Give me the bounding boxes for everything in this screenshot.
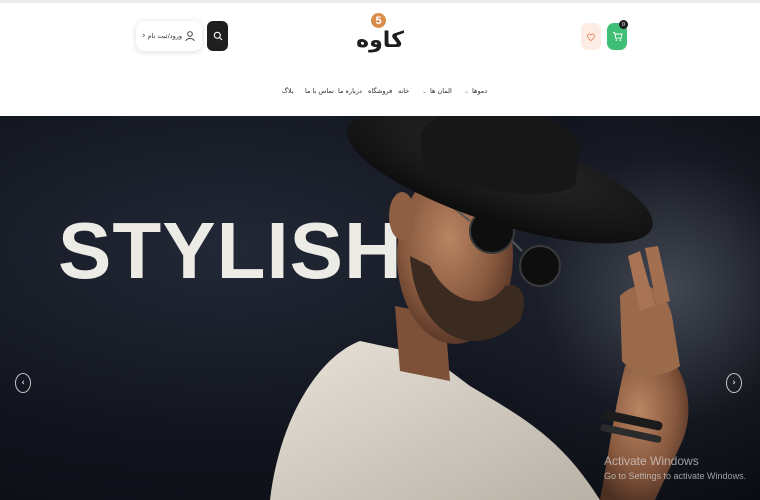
- hero-model-image: [270, 116, 689, 500]
- login-register-label: ورود/ثبت نام: [147, 32, 183, 40]
- nav-item-label: بلاگ: [282, 87, 294, 95]
- site-logo[interactable]: 5 کاوه: [350, 11, 410, 63]
- site-header: ورود/ثبت نام ‹ 5 کاوه 0 دموها⌄ المان ها⌄: [0, 3, 760, 116]
- main-nav: دموها⌄ المان ها⌄ خانه فروشگاه درباره ما …: [0, 87, 760, 101]
- login-register-button[interactable]: ورود/ثبت نام ‹: [136, 21, 202, 51]
- watermark-subtitle: Go to Settings to activate Windows.: [604, 471, 747, 481]
- watermark-title: Activate Windows: [604, 454, 699, 468]
- logo-badge: 5: [371, 13, 386, 28]
- slider-next-button[interactable]: ›: [726, 373, 742, 393]
- windows-activation-watermark: Activate Windows Go to Settings to activ…: [604, 454, 746, 481]
- nav-item-label: تماس با ما: [305, 87, 334, 95]
- nav-item-label: درباره ما: [338, 87, 362, 95]
- nav-item-label: دموها: [472, 87, 488, 95]
- wishlist-button[interactable]: [581, 23, 601, 50]
- search-icon: [213, 31, 222, 41]
- nav-item-shop[interactable]: فروشگاه: [368, 87, 392, 95]
- nav-item-label: فروشگاه: [368, 87, 393, 95]
- chevron-down-icon: ⌄: [422, 88, 428, 95]
- nav-item-label: خانه: [398, 87, 410, 95]
- chevron-left-icon: ‹: [142, 31, 146, 41]
- logo-text: کاوه: [356, 28, 404, 53]
- hero-slider: STYLISH ‹ › Activate Windows Go to Setti…: [0, 116, 760, 500]
- cart-count-badge: 0: [619, 20, 628, 29]
- nav-item-about[interactable]: درباره ما: [338, 87, 362, 95]
- nav-item-contact[interactable]: تماس با ما: [305, 87, 334, 95]
- nav-item-label: المان ها: [430, 87, 452, 95]
- heart-icon: [587, 33, 595, 41]
- chevron-right-icon: ›: [732, 378, 736, 388]
- nav-item-elements[interactable]: المان ها⌄: [422, 87, 452, 95]
- chevron-down-icon: ⌄: [464, 88, 470, 95]
- search-button[interactable]: [207, 21, 228, 51]
- user-icon: [185, 31, 195, 42]
- nav-item-blog[interactable]: بلاگ: [282, 87, 294, 95]
- nav-item-demos[interactable]: دموها⌄: [464, 87, 487, 95]
- chevron-left-icon: ‹: [21, 378, 25, 388]
- cart-icon: [612, 32, 623, 41]
- nav-item-home[interactable]: خانه: [398, 87, 409, 95]
- slider-prev-button[interactable]: ‹: [15, 373, 31, 393]
